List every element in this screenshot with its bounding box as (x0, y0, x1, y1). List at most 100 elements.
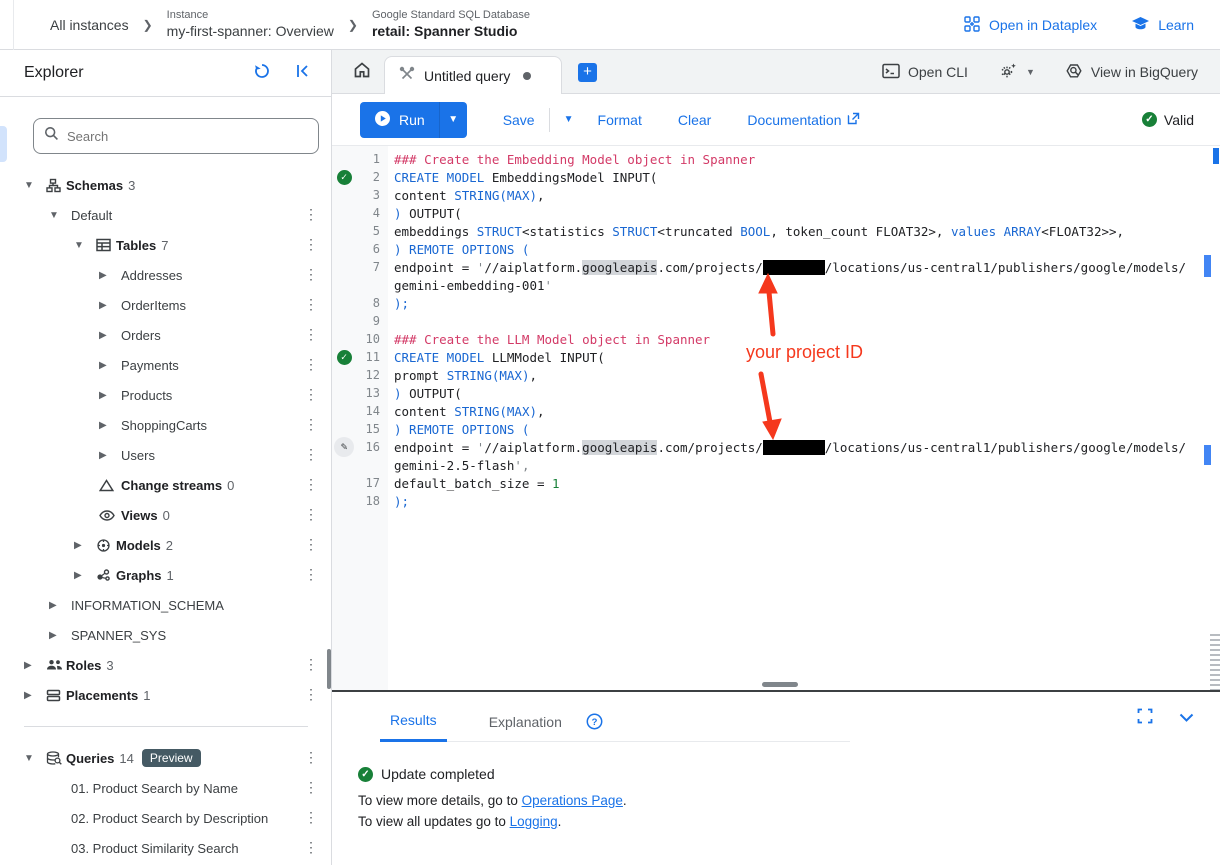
run-options-caret[interactable]: ▼ (439, 102, 467, 138)
code-line[interactable]: 8); (332, 294, 1220, 312)
tree-item-graphs[interactable]: ▶Graphs1⋮ (0, 560, 332, 590)
tab-untitled-query[interactable]: Untitled query (384, 56, 562, 95)
code-line[interactable]: 7endpoint = '//aiplatform.googleapis.com… (332, 258, 1220, 276)
documentation-link[interactable]: Documentation (747, 112, 859, 128)
tree-item-01-product-search-by-name[interactable]: 01. Product Search by Name⋮ (0, 773, 332, 803)
settings-menu-button[interactable]: ▼ (998, 62, 1035, 83)
caret-right-icon[interactable]: ▶ (99, 360, 121, 371)
kebab-menu-icon[interactable]: ⋮ (304, 566, 318, 583)
tree-item-change-streams[interactable]: Change streams0⋮ (0, 470, 332, 500)
kebab-menu-icon[interactable]: ⋮ (304, 416, 318, 433)
code-line[interactable]: gemini-embedding-001' (332, 276, 1220, 294)
tree-item-roles[interactable]: ▶Roles3⋮ (0, 650, 332, 680)
kebab-menu-icon[interactable]: ⋮ (304, 266, 318, 283)
tree-item-default[interactable]: ▼Default⋮ (0, 200, 332, 230)
code-line[interactable]: 3content STRING(MAX), (332, 186, 1220, 204)
kebab-menu-icon[interactable]: ⋮ (304, 536, 318, 553)
tab-explanation[interactable]: Explanation (479, 702, 572, 742)
kebab-menu-icon[interactable]: ⋮ (304, 809, 318, 826)
caret-down-icon[interactable]: ▼ (49, 210, 71, 221)
caret-right-icon[interactable]: ▶ (99, 330, 121, 341)
tree-item-users[interactable]: ▶Users⋮ (0, 440, 332, 470)
kebab-menu-icon[interactable]: ⋮ (304, 506, 318, 523)
save-options-caret[interactable]: ▼ (564, 114, 574, 125)
clear-button[interactable]: Clear (678, 112, 711, 128)
tree-item-tables[interactable]: ▼Tables7⋮ (0, 230, 332, 260)
kebab-menu-icon[interactable]: ⋮ (304, 686, 318, 703)
kebab-menu-icon[interactable]: ⋮ (304, 476, 318, 493)
code-line[interactable]: 14content STRING(MAX), (332, 402, 1220, 420)
collapse-panel-chevron-icon[interactable] (1179, 710, 1194, 728)
learn-button[interactable]: Learn (1131, 16, 1194, 35)
fullscreen-icon[interactable] (1137, 708, 1153, 729)
sql-editor[interactable]: 1### Create the Embedding Model object i… (332, 146, 1220, 690)
code-line[interactable]: 17default_batch_size = 1 (332, 474, 1220, 492)
home-tab-button[interactable] (350, 60, 374, 84)
kebab-menu-icon[interactable]: ⋮ (304, 446, 318, 463)
caret-right-icon[interactable]: ▶ (99, 270, 121, 281)
open-in-dataplex-button[interactable]: Open in Dataplex (963, 15, 1097, 36)
sidebar-scrollbar[interactable] (327, 649, 331, 689)
kebab-menu-icon[interactable]: ⋮ (304, 839, 318, 856)
kebab-menu-icon[interactable]: ⋮ (304, 356, 318, 373)
gemini-edit-pencil-icon[interactable]: ✎ (334, 437, 354, 457)
breadcrumb-all-instances[interactable]: All instances (50, 17, 129, 33)
caret-right-icon[interactable]: ▶ (24, 690, 46, 701)
kebab-menu-icon[interactable]: ⋮ (304, 386, 318, 403)
code-line[interactable]: gemini-2.5-flash', (332, 456, 1220, 474)
kebab-menu-icon[interactable]: ⋮ (304, 749, 318, 766)
code-line[interactable]: 13) OUTPUT( (332, 384, 1220, 402)
run-button[interactable]: Run ▼ (360, 102, 467, 138)
panel-resize-handle[interactable] (762, 682, 798, 687)
tree-item-views[interactable]: Views0⋮ (0, 500, 332, 530)
code-line[interactable]: 15) REMOTE OPTIONS ( (332, 420, 1220, 438)
kebab-menu-icon[interactable]: ⋮ (304, 236, 318, 253)
caret-right-icon[interactable]: ▶ (49, 600, 71, 611)
kebab-menu-icon[interactable]: ⋮ (304, 206, 318, 223)
caret-down-icon[interactable]: ▼ (24, 180, 46, 191)
caret-right-icon[interactable]: ▶ (99, 450, 121, 461)
collapse-panel-icon[interactable] (295, 63, 311, 84)
open-cli-button[interactable]: Open CLI (882, 63, 968, 82)
code-line[interactable]: 18); (332, 492, 1220, 510)
caret-right-icon[interactable]: ▶ (74, 570, 96, 581)
caret-right-icon[interactable]: ▶ (24, 660, 46, 671)
caret-right-icon[interactable]: ▶ (49, 630, 71, 641)
code-line[interactable]: ✎16endpoint = '//aiplatform.googleapis.c… (332, 438, 1220, 456)
caret-right-icon[interactable]: ▶ (74, 540, 96, 551)
tree-item-orderitems[interactable]: ▶OrderItems⋮ (0, 290, 332, 320)
new-tab-button[interactable]: + (578, 63, 597, 82)
view-in-bigquery-button[interactable]: View in BigQuery (1065, 62, 1198, 83)
editor-scrollbar-thumb[interactable] (1213, 148, 1219, 164)
tree-item-spanner-sys[interactable]: ▶SPANNER_SYS (0, 620, 332, 650)
code-line[interactable]: 1### Create the Embedding Model object i… (332, 150, 1220, 168)
kebab-menu-icon[interactable]: ⋮ (304, 779, 318, 796)
tree-item-03-product-similarity-search[interactable]: 03. Product Similarity Search⋮ (0, 833, 332, 863)
help-icon[interactable]: ? (586, 713, 603, 730)
tree-item-addresses[interactable]: ▶Addresses⋮ (0, 260, 332, 290)
caret-right-icon[interactable]: ▶ (99, 300, 121, 311)
save-button[interactable]: Save (503, 112, 535, 128)
caret-down-icon[interactable]: ▼ (74, 240, 96, 251)
kebab-menu-icon[interactable]: ⋮ (304, 656, 318, 673)
kebab-menu-icon[interactable]: ⋮ (304, 296, 318, 313)
tree-item-products[interactable]: ▶Products⋮ (0, 380, 332, 410)
tree-item-shoppingcarts[interactable]: ▶ShoppingCarts⋮ (0, 410, 332, 440)
refresh-icon[interactable] (253, 62, 271, 85)
tree-item-schemas[interactable]: ▼Schemas3 (0, 170, 332, 200)
tree-item-orders[interactable]: ▶Orders⋮ (0, 320, 332, 350)
code-line[interactable]: 5embeddings STRUCT<statistics STRUCT<tru… (332, 222, 1220, 240)
kebab-menu-icon[interactable]: ⋮ (304, 326, 318, 343)
caret-right-icon[interactable]: ▶ (99, 390, 121, 401)
code-line[interactable]: 4) OUTPUT( (332, 204, 1220, 222)
tree-item-models[interactable]: ▶Models2⋮ (0, 530, 332, 560)
search-input[interactable] (67, 129, 308, 144)
breadcrumb-instance[interactable]: Instance my-first-spanner: Overview (167, 9, 334, 40)
code-line[interactable]: ✓2CREATE MODEL EmbeddingsModel INPUT( (332, 168, 1220, 186)
code-line[interactable]: 9 (332, 312, 1220, 330)
logging-link[interactable]: Logging (510, 814, 558, 829)
caret-right-icon[interactable]: ▶ (99, 420, 121, 431)
tree-item-payments[interactable]: ▶Payments⋮ (0, 350, 332, 380)
search-box[interactable] (33, 118, 319, 154)
tab-results[interactable]: Results (380, 702, 447, 742)
